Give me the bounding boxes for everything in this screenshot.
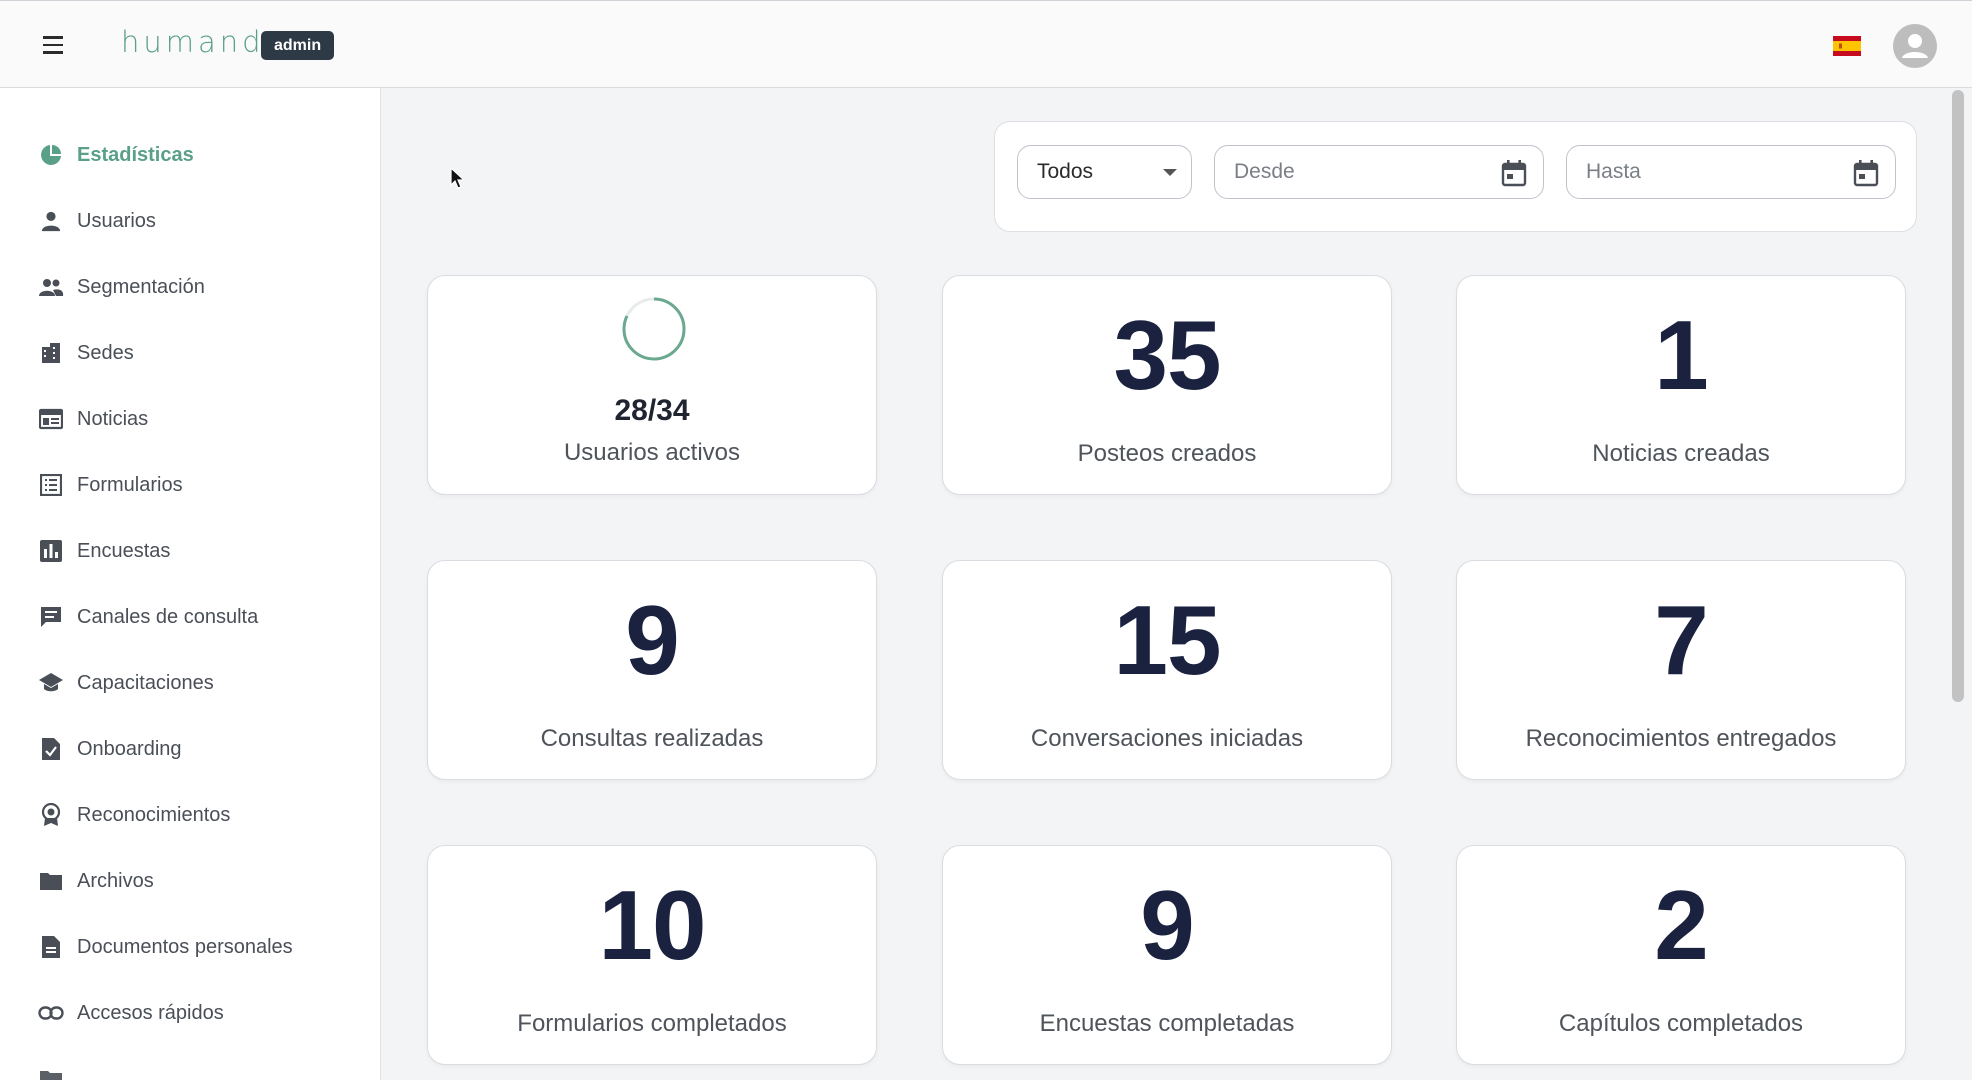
- person-icon: [38, 208, 64, 234]
- chat-message-icon: [38, 604, 64, 630]
- sidebar: Estadísticas Usuarios Segmentación Sedes…: [0, 88, 381, 1080]
- calendar-icon[interactable]: [1501, 159, 1527, 187]
- graduation-cap-icon: [38, 670, 64, 696]
- sidebar-item-label: Estadísticas: [77, 143, 194, 166]
- form-list-icon: [38, 472, 64, 498]
- sidebar-item-label: Accesos rápidos: [77, 1001, 224, 1024]
- folder-icon: [38, 868, 64, 894]
- stat-label: Conversaciones iniciadas: [1030, 725, 1304, 752]
- stat-card-formularios: 10 Formularios completados: [427, 845, 877, 1065]
- stat-label: Usuarios activos: [563, 439, 741, 466]
- sidebar-item-label: Documentos personales: [77, 935, 293, 958]
- sidebar-item-label: Archivos: [77, 869, 154, 892]
- stat-card-posteos: 35 Posteos creados: [942, 275, 1392, 495]
- date-to-field[interactable]: Hasta: [1566, 145, 1896, 199]
- stat-card-capitulos: 2 Capítulos completados: [1456, 845, 1906, 1065]
- sidebar-item-label: Noticias: [77, 407, 149, 430]
- sidebar-item-documentos-personales[interactable]: Documentos personales: [0, 919, 380, 975]
- stat-value: 1: [1654, 300, 1709, 410]
- top-bar: humand admin: [0, 0, 1972, 88]
- stat-value: 7: [1654, 585, 1709, 695]
- award-badge-icon: [38, 802, 64, 828]
- sidebar-item-label: Formularios: [77, 473, 183, 496]
- sidebar-item-estadisticas[interactable]: Estadísticas: [0, 127, 380, 183]
- folder-icon: [38, 1066, 64, 1080]
- hamburger-menu-icon[interactable]: [38, 30, 68, 60]
- pie-chart-icon: [38, 142, 64, 168]
- stat-label: Capítulos completados: [1558, 1010, 1804, 1037]
- sidebar-item-label: Canales de consulta: [77, 605, 259, 628]
- sidebar-item-partial[interactable]: [0, 1051, 380, 1080]
- sidebar-item-encuestas[interactable]: Encuestas: [0, 523, 380, 579]
- sidebar-item-noticias[interactable]: Noticias: [0, 391, 380, 447]
- stat-card-conversaciones: 15 Conversaciones iniciadas: [942, 560, 1392, 780]
- sidebar-item-label: Encuestas: [77, 539, 171, 562]
- calendar-icon[interactable]: [1853, 159, 1879, 187]
- date-from-placeholder: Desde: [1234, 160, 1295, 183]
- stat-value: 9: [1140, 870, 1195, 980]
- sidebar-item-label: Reconocimientos: [77, 803, 231, 826]
- stat-card-reconocimientos: 7 Reconocimientos entregados: [1456, 560, 1906, 780]
- spain-flag-icon[interactable]: [1833, 36, 1861, 56]
- stat-value: 10: [598, 870, 706, 980]
- stat-label: Noticias creadas: [1592, 440, 1770, 467]
- document-icon: [38, 934, 64, 960]
- sidebar-item-label: Onboarding: [77, 737, 182, 760]
- sidebar-item-label: Capacitaciones: [77, 671, 214, 694]
- link-icon: [38, 1000, 64, 1026]
- active-users-ratio: 28/34: [614, 394, 690, 427]
- mouse-cursor-icon: [450, 167, 466, 189]
- stat-label: Reconocimientos entregados: [1525, 725, 1837, 752]
- sidebar-item-segmentacion[interactable]: Segmentación: [0, 259, 380, 315]
- stat-label: Posteos creados: [1077, 440, 1257, 467]
- sidebar-item-canales-de-consulta[interactable]: Canales de consulta: [0, 589, 380, 645]
- people-group-icon: [38, 274, 64, 300]
- segment-select-value: Todos: [1037, 160, 1094, 183]
- main-scrollbar[interactable]: [1952, 90, 1964, 702]
- stat-value: 9: [625, 585, 680, 695]
- newspaper-icon: [38, 406, 64, 432]
- stat-label: Formularios completados: [517, 1010, 787, 1037]
- chevron-down-icon: [1163, 169, 1177, 176]
- stat-value: 2: [1654, 870, 1709, 980]
- checklist-document-icon: [38, 736, 64, 762]
- stat-card-encuestas: 9 Encuestas completadas: [942, 845, 1392, 1065]
- sidebar-item-label: Sedes: [77, 341, 134, 364]
- sidebar-item-onboarding[interactable]: Onboarding: [0, 721, 380, 777]
- stat-card-noticias: 1 Noticias creadas: [1456, 275, 1906, 495]
- admin-badge: admin: [261, 31, 335, 60]
- active-users-ring: [622, 297, 686, 361]
- sidebar-item-accesos-rapidos[interactable]: Accesos rápidos: [0, 985, 380, 1041]
- stat-label: Consultas realizadas: [540, 725, 764, 752]
- stat-card-consultas: 9 Consultas realizadas: [427, 560, 877, 780]
- sidebar-item-label: Segmentación: [77, 275, 205, 298]
- date-to-placeholder: Hasta: [1586, 160, 1641, 183]
- sidebar-item-usuarios[interactable]: Usuarios: [0, 193, 380, 249]
- building-icon: [38, 340, 64, 366]
- sidebar-item-archivos[interactable]: Archivos: [0, 853, 380, 909]
- bar-chart-icon: [38, 538, 64, 564]
- sidebar-item-reconocimientos[interactable]: Reconocimientos: [0, 787, 380, 843]
- date-from-field[interactable]: Desde: [1214, 145, 1544, 199]
- sidebar-item-capacitaciones[interactable]: Capacitaciones: [0, 655, 380, 711]
- stat-label: Encuestas completadas: [1039, 1010, 1295, 1037]
- filters-panel: Todos Desde Hasta: [994, 121, 1917, 232]
- stat-value: 15: [1113, 585, 1221, 695]
- stat-card-usuarios-activos: 28/34 Usuarios activos: [427, 275, 877, 495]
- sidebar-item-label: Usuarios: [77, 209, 156, 232]
- app-logo[interactable]: humand: [121, 25, 265, 59]
- sidebar-item-formularios[interactable]: Formularios: [0, 457, 380, 513]
- user-avatar-icon[interactable]: [1893, 24, 1937, 68]
- segment-select[interactable]: Todos: [1017, 145, 1192, 199]
- stat-value: 35: [1113, 300, 1221, 410]
- sidebar-item-sedes[interactable]: Sedes: [0, 325, 380, 381]
